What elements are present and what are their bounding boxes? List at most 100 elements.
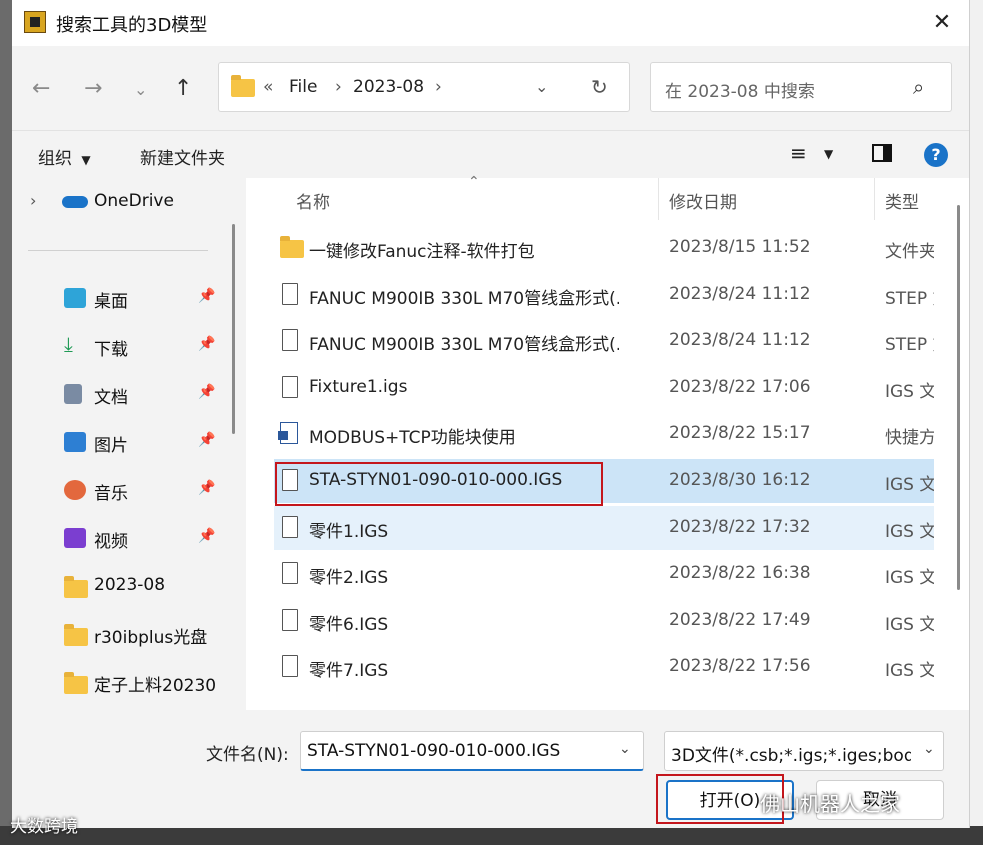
file-row[interactable]: MODBUS+TCP功能块使用 2023/8/22 15:17 快捷方式	[274, 412, 934, 456]
filename-field[interactable]: STA-STYN01-090-010-000.IGS ⌄	[300, 731, 644, 771]
column-header-type[interactable]: 类型	[885, 188, 919, 213]
folder-icon	[64, 672, 88, 694]
download-icon: ⤓	[64, 332, 73, 356]
sidebar-item-downloads[interactable]: ⤓ 下载 📌	[12, 326, 240, 366]
help-icon[interactable]: ?	[924, 143, 948, 167]
file-row[interactable]: 零件2.IGS 2023/8/22 16:38 IGS 文件	[274, 552, 934, 596]
file-date: 2023/8/24 11:12	[669, 330, 811, 350]
watermark-left: 大数跨境	[10, 817, 78, 837]
forward-arrow-icon[interactable]: →	[84, 76, 102, 101]
sidebar-item-label: OneDrive	[94, 191, 174, 211]
file-row[interactable]: 零件6.IGS 2023/8/22 17:49 IGS 文件	[274, 599, 934, 643]
sidebar-scrollbar[interactable]	[232, 224, 235, 434]
sidebar-item-label: r30ibplus光盘	[94, 628, 208, 648]
file-list-scrollbar[interactable]	[957, 205, 960, 590]
command-bar: 组织 ▼ 新建文件夹 ≡ ▼ ?	[12, 130, 969, 179]
pin-icon: 📌	[198, 384, 216, 400]
file-icon	[282, 655, 298, 677]
file-type: STEP 文	[885, 289, 934, 309]
filename-value: STA-STYN01-090-010-000.IGS	[307, 741, 561, 761]
file-type: STEP 文	[885, 335, 934, 355]
pin-icon: 📌	[198, 336, 216, 352]
sidebar-item-documents[interactable]: 文档 📌	[12, 374, 240, 414]
sidebar-item-label: 定子上料20230	[94, 676, 217, 696]
sidebar-item-music[interactable]: 音乐 📌	[12, 470, 240, 510]
sidebar-item-label: 图片	[94, 436, 128, 456]
back-arrow-icon[interactable]: ←	[32, 76, 50, 101]
refresh-icon[interactable]: ↻	[591, 75, 608, 99]
file-row[interactable]: FANUC M900IB 330L M70管线盒形式(... 2023/8/24…	[274, 319, 934, 363]
file-date: 2023/8/22 17:56	[669, 656, 811, 676]
file-row[interactable]: Fixture1.igs 2023/8/22 17:06 IGS 文件	[274, 366, 934, 410]
chevron-down-icon[interactable]: ⌄	[619, 741, 631, 757]
file-date: 2023/8/24 11:12	[669, 284, 811, 304]
search-input[interactable]: 在 2023-08 中搜索	[665, 77, 815, 102]
desktop-icon	[64, 288, 86, 308]
sidebar-item-pictures[interactable]: 图片 📌	[12, 422, 240, 462]
expand-chevron-icon[interactable]: ›	[30, 191, 36, 210]
search-box[interactable]: 在 2023-08 中搜索 ⌕	[650, 62, 952, 112]
file-date: 2023/8/22 16:38	[669, 563, 811, 583]
file-name: 零件7.IGS	[309, 661, 389, 681]
title-bar: 搜索工具的3D模型 ✕	[12, 0, 969, 46]
address-bar[interactable]: « File › 2023-08 › ⌄ ↻	[218, 62, 630, 112]
new-folder-button[interactable]: 新建文件夹	[140, 144, 225, 169]
pin-icon: 📌	[198, 432, 216, 448]
sidebar-item-r30ibplus[interactable]: r30ibplus光盘	[12, 614, 240, 654]
file-type: 文件夹	[885, 242, 934, 262]
file-type: IGS 文件	[885, 661, 934, 681]
sidebar-item-label: 视频	[94, 532, 128, 552]
view-options-icon[interactable]: ≡	[790, 141, 807, 165]
column-header-name[interactable]: 名称	[296, 188, 330, 213]
folder-icon	[64, 624, 88, 646]
file-name: Fixture1.igs	[309, 377, 408, 397]
file-name: FANUC M900IB 330L M70管线盒形式(...	[309, 289, 619, 309]
file-name: MODBUS+TCP功能块使用	[309, 428, 516, 448]
file-row[interactable]: FANUC M900IB 330L M70管线盒形式(... 2023/8/24…	[274, 273, 934, 317]
folder-icon	[64, 576, 88, 598]
address-dropdown-icon[interactable]: ⌄	[535, 77, 548, 96]
file-row[interactable]: 一键修改Fanuc注释-软件打包 2023/8/15 11:52 文件夹	[274, 226, 934, 270]
filetype-select[interactable]: 3D文件(*.csb;*.igs;*.iges;body ⌄	[664, 731, 944, 771]
file-type: IGS 文件	[885, 615, 934, 635]
document-icon	[64, 384, 82, 404]
view-dropdown-icon[interactable]: ▼	[824, 147, 833, 161]
app-icon	[24, 11, 46, 33]
overflow-chevron-icon[interactable]: «	[263, 77, 273, 97]
sidebar-item-stator-loading[interactable]: 定子上料20230	[12, 662, 240, 702]
file-date: 2023/8/22 17:32	[669, 517, 811, 537]
breadcrumb-separator-icon[interactable]: ›	[335, 77, 342, 97]
file-date: 2023/8/30 16:12	[669, 470, 811, 490]
preview-pane-icon[interactable]	[872, 144, 892, 162]
column-divider[interactable]	[658, 178, 659, 220]
column-header-date[interactable]: 修改日期	[669, 188, 737, 213]
cloud-icon	[62, 196, 88, 208]
file-type: IGS 文件	[885, 522, 934, 542]
breadcrumb-current-folder[interactable]: 2023-08	[353, 77, 424, 97]
sidebar-item-onedrive[interactable]: › OneDrive	[12, 182, 240, 222]
background-window-edge	[970, 0, 983, 845]
file-row[interactable]: 零件7.IGS 2023/8/22 17:56 IGS 文件	[274, 645, 934, 689]
chevron-down-icon: ⌄	[923, 741, 935, 757]
sidebar-item-videos[interactable]: 视频 📌	[12, 518, 240, 558]
pictures-icon	[64, 432, 86, 452]
close-button[interactable]: ✕	[922, 6, 962, 40]
annotation-highlight-selected-file	[275, 462, 603, 506]
up-arrow-icon[interactable]: ↑	[174, 76, 192, 101]
file-date: 2023/8/22 17:49	[669, 610, 811, 630]
file-list-pane: ⌃ 名称 修改日期 类型 一键修改Fanuc注释-软件打包 2023/8/15 …	[246, 174, 969, 710]
file-row[interactable]: 零件1.IGS 2023/8/22 17:32 IGS 文件	[274, 506, 934, 550]
file-date: 2023/8/15 11:52	[669, 237, 811, 257]
breadcrumb-separator-icon[interactable]: ›	[435, 77, 442, 97]
sidebar-item-2023-08[interactable]: 2023-08	[12, 566, 240, 606]
file-icon	[282, 283, 298, 305]
sidebar-item-label: 下载	[94, 340, 128, 360]
column-divider[interactable]	[874, 178, 875, 220]
file-name: 零件2.IGS	[309, 568, 389, 588]
breadcrumb-file[interactable]: File	[289, 77, 317, 97]
sidebar-item-desktop[interactable]: 桌面 📌	[12, 278, 240, 318]
organize-menu-button[interactable]: 组织 ▼	[38, 144, 91, 169]
filetype-value: 3D文件(*.csb;*.igs;*.iges;body	[671, 746, 911, 766]
file-date: 2023/8/22 15:17	[669, 423, 811, 443]
recent-locations-chevron-icon[interactable]: ⌄	[134, 80, 147, 99]
